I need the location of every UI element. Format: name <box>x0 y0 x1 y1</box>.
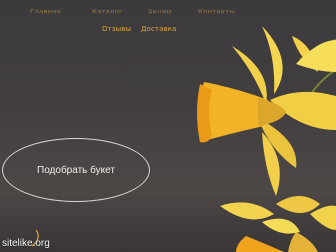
nav-link-contacts[interactable]: Контакты <box>198 8 235 13</box>
nav-link-reviews[interactable]: Отзывы <box>102 25 131 33</box>
nav-link-promotions[interactable]: Акции <box>148 8 171 13</box>
nav-link-delivery[interactable]: Доставка <box>141 25 176 33</box>
nav-link-catalog[interactable]: Каталог <box>92 8 123 13</box>
main-navigation: Главная Каталог Акции Контакты Отзывы До… <box>0 0 336 40</box>
watermark-text: sitelike.org <box>2 238 50 249</box>
nav-link-home[interactable]: Главная <box>30 8 61 13</box>
pick-bouquet-label: Подобрать букет <box>37 164 115 176</box>
pick-bouquet-button[interactable]: Подобрать букет <box>2 138 150 202</box>
